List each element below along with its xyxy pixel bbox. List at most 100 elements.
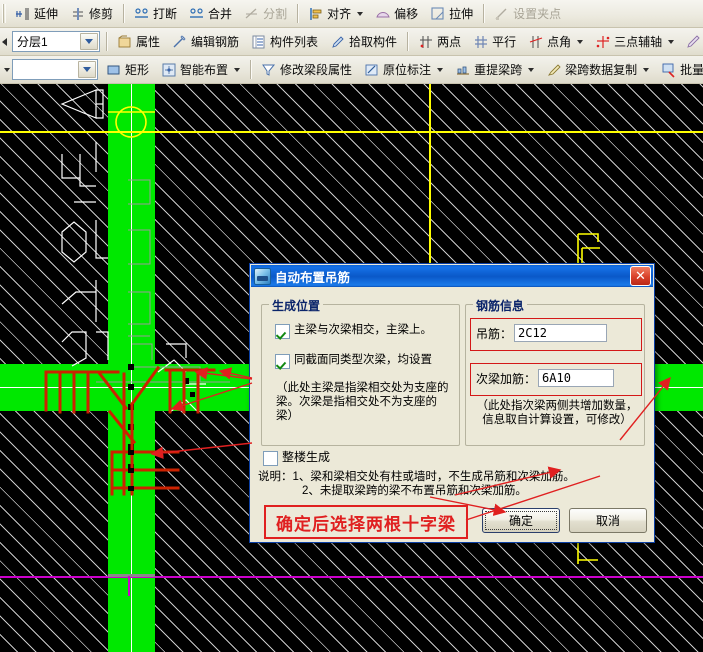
toolbar-button-two-point[interactable]: 两点	[413, 30, 466, 54]
toolbar-button-re-extract-span[interactable]: 重提梁跨	[450, 58, 539, 82]
close-icon[interactable]: ✕	[630, 266, 651, 286]
toolbar-button-edit-beam-segment[interactable]: 修改梁段属性	[256, 58, 357, 82]
group-rebar-info: 钢筋信息 吊筋： 2C12 次梁加筋： 6A10 （此处指次梁两侧共增加数量，信…	[465, 304, 645, 446]
toolbar-button-label: 构件列表	[270, 31, 318, 53]
toolbar-button-point-angle[interactable]: 点角	[523, 30, 588, 54]
toolbar-button-pick-component[interactable]: 拾取构件	[325, 30, 402, 54]
chevron-down-icon[interactable]	[78, 61, 96, 78]
pick-component-icon	[330, 34, 346, 50]
toolbar-button-trim[interactable]: 修剪	[65, 2, 118, 26]
toolbar-separator	[250, 60, 251, 79]
toolbar-button-label: 偏移	[394, 3, 418, 25]
split-icon	[244, 6, 260, 22]
merge-icon	[189, 6, 205, 22]
instructions-line-1: 说明：1、梁和梁相交处有柱或墙时，不生成吊筋和次梁加筋。	[258, 470, 648, 484]
toolbar-button-in-situ-label[interactable]: 原位标注	[359, 58, 448, 82]
cancel-button-label: 取消	[596, 512, 620, 529]
toolbar-button-batch-identify-support[interactable]: 批量识别梁支座	[656, 58, 703, 82]
chevron-down-icon[interactable]	[80, 33, 98, 50]
checkbox-box[interactable]	[275, 324, 290, 339]
stretch-icon	[430, 6, 446, 22]
two-point-icon	[418, 34, 434, 50]
toolbar-separator	[106, 32, 107, 51]
chevron-down-icon[interactable]	[643, 68, 649, 72]
toolbar-separator	[407, 32, 408, 51]
toolbar-button-edit-rebar[interactable]: 编辑钢筋	[167, 30, 244, 54]
checkbox-same-section-type[interactable]: 同截面同类型次梁，均设置	[275, 353, 455, 369]
offset-icon	[375, 6, 391, 22]
group-rebar-info-title: 钢筋信息	[473, 297, 527, 314]
toolbar-button-rectangle[interactable]: 矩形	[101, 58, 154, 82]
toolbar-button-stretch[interactable]: 拉伸	[425, 2, 478, 26]
ok-button[interactable]: 确定	[482, 508, 560, 533]
chevron-left-icon[interactable]	[2, 38, 7, 46]
toolbar-button-label: 重提梁跨	[474, 59, 522, 81]
toolbar-button-label: 修改梁段属性	[280, 59, 352, 81]
toolbar-grip[interactable]	[2, 4, 6, 23]
annotation-text-box: 确定后选择两根十字梁	[264, 505, 468, 539]
toolbar-button-label: 拉伸	[449, 3, 473, 25]
toolbar-button-label: 批量识别梁支座	[680, 59, 703, 81]
group-generate-position-title: 生成位置	[269, 297, 323, 314]
smart-layout-icon	[161, 62, 177, 78]
toolbar-button-properties[interactable]: 属性	[112, 30, 165, 54]
edit-beam-segment-icon	[261, 62, 277, 78]
chevron-down-icon[interactable]	[357, 12, 363, 16]
layer-combo-value: 分层1	[17, 33, 48, 50]
toolbar-row-edit: 延伸 修剪 打断 合并 分割 对齐 偏移	[0, 0, 703, 28]
dialog-titlebar[interactable]: 自动布置吊筋 ✕	[251, 265, 653, 287]
toolbar-button-label: 智能布置	[180, 59, 228, 81]
toolbar-button-label: 合并	[208, 3, 232, 25]
toolbar-button-extend[interactable]: 延伸	[10, 2, 63, 26]
toolbar-button-split[interactable]: 分割	[239, 2, 292, 26]
checkbox-main-secondary-beam[interactable]: 主梁与次梁相交，主梁上。	[275, 323, 455, 339]
toolbar-button-label: 属性	[136, 31, 160, 53]
rebar-info-note: （此处指次梁两侧共增加数量，信息取自计算设置，可修改）	[474, 399, 640, 427]
field-hanging-bar: 吊筋： 2C12	[476, 324, 607, 342]
toolbar-row-beam: 矩形 智能布置 修改梁段属性 原位标注 重提梁跨 梁跨数据复制	[0, 56, 703, 84]
toolbar-button-label: 梁跨数据复制	[565, 59, 637, 81]
toolbar-button-label: 分割	[263, 3, 287, 25]
secondary-beam-rebar-input[interactable]: 6A10	[538, 369, 614, 387]
chevron-down-icon[interactable]	[668, 40, 674, 44]
toolbar-button-offset[interactable]: 偏移	[370, 2, 423, 26]
checkbox-box[interactable]	[263, 451, 278, 466]
toolbar-button-component-list[interactable]: 构件列表	[246, 30, 323, 54]
checkbox-whole-floor[interactable]: 整楼生成	[263, 450, 330, 466]
cancel-button[interactable]: 取消	[569, 508, 647, 533]
toolbar-button-set-grip-point[interactable]: 设置夹点	[489, 2, 566, 26]
in-situ-label-icon	[364, 62, 380, 78]
chevron-down-icon[interactable]	[234, 68, 240, 72]
layer-combo[interactable]: 分层1	[12, 31, 100, 52]
toolbar-button-label: 两点	[437, 31, 461, 53]
toolbar-button-label: 原位标注	[383, 59, 431, 81]
chevron-down-icon[interactable]	[4, 68, 10, 72]
chevron-down-icon[interactable]	[577, 40, 583, 44]
toolbar-button-copy-span-data[interactable]: 梁跨数据复制	[541, 58, 654, 82]
toolbar-button-label: 三点辅轴	[614, 31, 662, 53]
toolbar-button-three-point-axis[interactable]: 三点辅轴	[590, 30, 679, 54]
dialog-title-text: 自动布置吊筋	[275, 267, 350, 286]
component-name-combo[interactable]	[12, 59, 98, 80]
copy-span-data-icon	[546, 62, 562, 78]
toolbar-button-break[interactable]: 打断	[129, 2, 182, 26]
toolbar-separator	[123, 4, 124, 23]
toolbar-button-label: 编辑钢筋	[191, 31, 239, 53]
chevron-down-icon[interactable]	[528, 68, 534, 72]
toolbar-button-merge[interactable]: 合并	[184, 2, 237, 26]
toolbar-button-smart-layout[interactable]: 智能布置	[156, 58, 245, 82]
point-angle-icon	[528, 34, 544, 50]
auto-place-hanging-bar-dialog[interactable]: 自动布置吊筋 ✕ 生成位置 主梁与次梁相交，主梁上。 同截面同类型次梁，均设置 …	[249, 263, 655, 543]
checkbox-box[interactable]	[275, 354, 290, 369]
chevron-down-icon[interactable]	[437, 68, 443, 72]
extend-icon	[15, 6, 31, 22]
toolbar-button-align[interactable]: 对齐	[303, 2, 368, 26]
toolbar-button-delete-axis[interactable]: 删除辅轴	[681, 30, 703, 54]
toolbar-button-label: 打断	[153, 3, 177, 25]
toolbar-separator	[483, 4, 484, 23]
hanging-bar-input[interactable]: 2C12	[514, 324, 607, 342]
toolbar-button-parallel[interactable]: 平行	[468, 30, 521, 54]
edit-rebar-icon	[172, 34, 188, 50]
parallel-icon	[473, 34, 489, 50]
toolbar-row-layer: 分层1 属性 编辑钢筋 构件列表 拾取构件 两点 平行	[0, 28, 703, 56]
